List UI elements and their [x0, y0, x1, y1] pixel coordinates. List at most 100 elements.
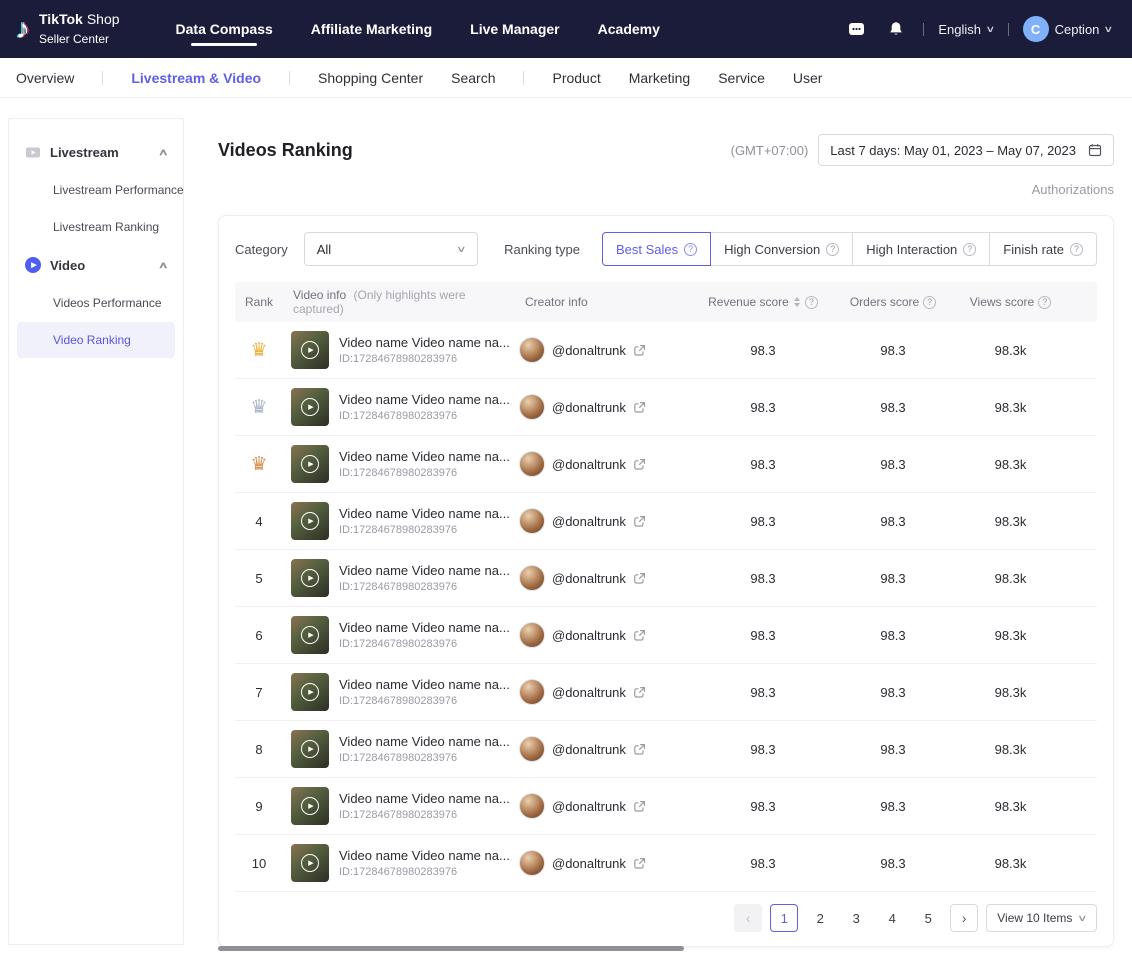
video-name[interactable]: Video name Video name na...	[339, 392, 510, 407]
sidebar-item-livestream-ranking[interactable]: Livestream Ranking	[17, 209, 175, 245]
creator-handle[interactable]: @donaltrunk	[552, 685, 626, 700]
video-name[interactable]: Video name Video name na...	[339, 563, 510, 578]
external-link-icon[interactable]	[633, 572, 646, 585]
info-icon[interactable]: ?	[826, 243, 839, 256]
pagination-page-2[interactable]: 2	[806, 904, 834, 932]
user-menu[interactable]: C Ception ∨	[1023, 16, 1112, 42]
info-icon[interactable]: ?	[1038, 296, 1051, 309]
video-name[interactable]: Video name Video name na...	[339, 677, 510, 692]
info-icon[interactable]: ?	[1070, 243, 1083, 256]
creator-handle[interactable]: @donaltrunk	[552, 628, 626, 643]
video-name[interactable]: Video name Video name na...	[339, 506, 510, 521]
sidebar-group-video[interactable]: ▶ Video ∧	[17, 246, 175, 284]
info-icon[interactable]: ?	[963, 243, 976, 256]
category-select[interactable]: All ∨	[304, 232, 478, 266]
authorizations-link[interactable]: Authorizations	[1032, 182, 1114, 197]
external-link-icon[interactable]	[633, 743, 646, 756]
subnav-item-livestream-video[interactable]: Livestream & Video	[131, 70, 261, 86]
tiktok-logo-icon: ♪	[16, 15, 30, 43]
sidebar-item-livestream-performance[interactable]: Livestream Performance	[17, 172, 175, 208]
subnav-item-overview[interactable]: Overview	[16, 70, 74, 86]
external-link-icon[interactable]	[633, 401, 646, 414]
creator-avatar[interactable]	[519, 394, 545, 420]
subnav-item-service[interactable]: Service	[718, 70, 765, 86]
pagination-page-4[interactable]: 4	[878, 904, 906, 932]
creator-handle[interactable]: @donaltrunk	[552, 856, 626, 871]
info-icon[interactable]: ?	[923, 296, 936, 309]
creator-handle[interactable]: @donaltrunk	[552, 571, 626, 586]
video-name[interactable]: Video name Video name na...	[339, 791, 510, 806]
subnav-item-shopping-center[interactable]: Shopping Center	[318, 70, 423, 86]
creator-handle[interactable]: @donaltrunk	[552, 514, 626, 529]
sort-icon[interactable]	[794, 297, 800, 307]
video-thumbnail[interactable]: ▶	[291, 388, 329, 426]
video-thumbnail[interactable]: ▶	[291, 787, 329, 825]
creator-handle[interactable]: @donaltrunk	[552, 457, 626, 472]
info-icon[interactable]: ?	[805, 296, 818, 309]
subnav-item-search[interactable]: Search	[451, 70, 495, 86]
video-name[interactable]: Video name Video name na...	[339, 734, 510, 749]
topnav-item-academy[interactable]: Academy	[598, 21, 660, 37]
video-thumbnail[interactable]: ▶	[291, 559, 329, 597]
play-icon: ▶	[301, 626, 319, 644]
tab-finish-rate[interactable]: Finish rate ?	[989, 232, 1097, 266]
external-link-icon[interactable]	[633, 458, 646, 471]
video-thumbnail[interactable]: ▶	[291, 673, 329, 711]
pagination-page-5[interactable]: 5	[914, 904, 942, 932]
sidebar-item-video-ranking[interactable]: Video Ranking	[17, 322, 175, 358]
creator-avatar[interactable]	[519, 337, 545, 363]
notifications-bell-icon[interactable]	[883, 16, 909, 42]
topnav-item-affiliate-marketing[interactable]: Affiliate Marketing	[311, 21, 432, 37]
horizontal-scrollbar[interactable]	[218, 946, 684, 951]
external-link-icon[interactable]	[633, 344, 646, 357]
info-icon[interactable]: ?	[684, 243, 697, 256]
video-name[interactable]: Video name Video name na...	[339, 848, 510, 863]
video-thumbnail[interactable]: ▶	[291, 844, 329, 882]
sidebar-group-livestream[interactable]: Livestream ∧	[17, 133, 175, 171]
creator-avatar[interactable]	[519, 622, 545, 648]
video-name[interactable]: Video name Video name na...	[339, 335, 510, 350]
external-link-icon[interactable]	[633, 800, 646, 813]
tab-high-conversion[interactable]: High Conversion ?	[710, 232, 853, 266]
page-size-select[interactable]: View 10 Items ∨	[986, 904, 1097, 932]
messages-icon[interactable]	[843, 16, 869, 42]
subnav-item-user[interactable]: User	[793, 70, 823, 86]
creator-avatar[interactable]	[519, 850, 545, 876]
tab-high-interaction[interactable]: High Interaction ?	[852, 232, 990, 266]
pagination-prev-button[interactable]: ‹	[734, 904, 762, 932]
pagination-page-1[interactable]: 1	[770, 904, 798, 932]
external-link-icon[interactable]	[633, 515, 646, 528]
creator-handle[interactable]: @donaltrunk	[552, 742, 626, 757]
date-range-picker[interactable]: Last 7 days: May 01, 2023 – May 07, 2023	[818, 134, 1114, 166]
video-thumbnail[interactable]: ▶	[291, 616, 329, 654]
video-thumbnail[interactable]: ▶	[291, 445, 329, 483]
creator-handle[interactable]: @donaltrunk	[552, 343, 626, 358]
video-thumbnail[interactable]: ▶	[291, 730, 329, 768]
video-name[interactable]: Video name Video name na...	[339, 620, 510, 635]
creator-avatar[interactable]	[519, 565, 545, 591]
topnav-item-data-compass[interactable]: Data Compass	[176, 21, 273, 37]
creator-handle[interactable]: @donaltrunk	[552, 799, 626, 814]
brand[interactable]: ♪ TikTokShop Seller Center	[16, 10, 120, 48]
creator-avatar[interactable]	[519, 451, 545, 477]
video-name[interactable]: Video name Video name na...	[339, 449, 510, 464]
creator-avatar[interactable]	[519, 736, 545, 762]
video-thumbnail[interactable]: ▶	[291, 331, 329, 369]
creator-avatar[interactable]	[519, 679, 545, 705]
creator-handle[interactable]: @donaltrunk	[552, 400, 626, 415]
pagination-page-3[interactable]: 3	[842, 904, 870, 932]
topnav-item-live-manager[interactable]: Live Manager	[470, 21, 559, 37]
language-selector[interactable]: English ∨	[938, 22, 993, 37]
creator-avatar[interactable]	[519, 793, 545, 819]
subnav-item-product[interactable]: Product	[552, 70, 600, 86]
tab-best-sales[interactable]: Best Sales ?	[602, 232, 711, 266]
video-thumbnail[interactable]: ▶	[291, 502, 329, 540]
sidebar-item-videos-performance[interactable]: Videos Performance	[17, 285, 175, 321]
external-link-icon[interactable]	[633, 629, 646, 642]
subnav-item-marketing[interactable]: Marketing	[629, 70, 690, 86]
rank-cell: 5	[235, 571, 283, 586]
external-link-icon[interactable]	[633, 686, 646, 699]
external-link-icon[interactable]	[633, 857, 646, 870]
pagination-next-button[interactable]: ›	[950, 904, 978, 932]
creator-avatar[interactable]	[519, 508, 545, 534]
